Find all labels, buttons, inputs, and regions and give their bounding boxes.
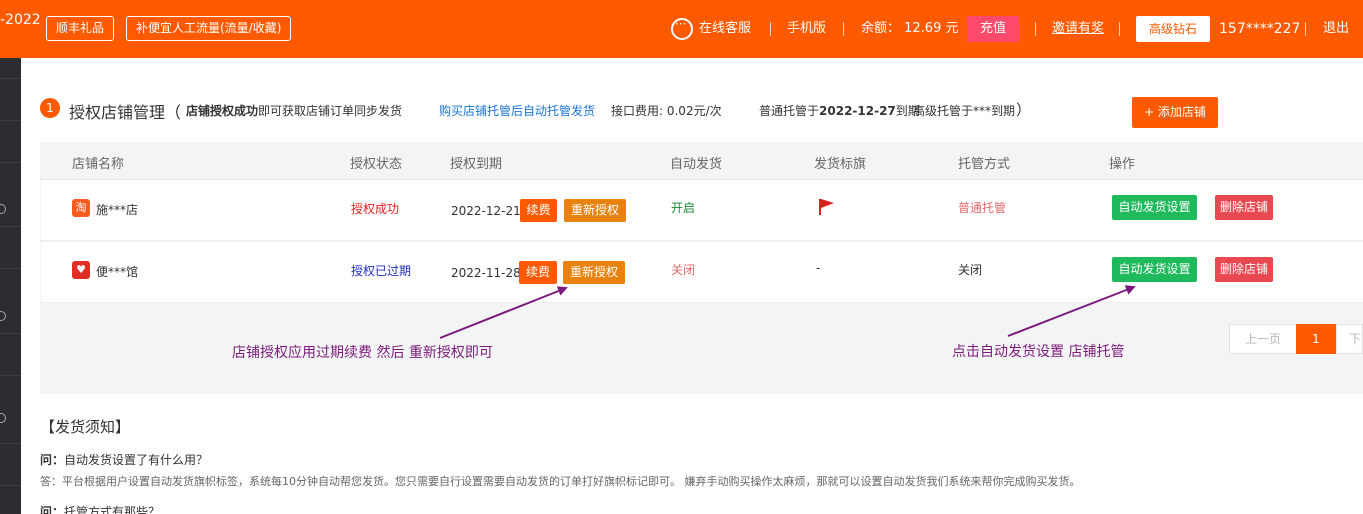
question-label: 问： <box>40 505 65 514</box>
top-bar: -2022 顺丰礼品 补便宜人工流量(流量/收藏) 在线客服 手机版 余额： 1… <box>0 0 1363 58</box>
auto-ship-status: 关闭 <box>671 263 696 277</box>
recharge-button[interactable]: 充值 <box>967 16 1019 42</box>
section-number-badge: 1 <box>40 98 60 118</box>
divider <box>1035 22 1036 36</box>
logout-link[interactable]: 退出 <box>1323 19 1349 39</box>
sidebar-divider <box>0 443 21 444</box>
sidebar <box>0 58 21 514</box>
reauth-button[interactable]: 重新授权 <box>563 261 625 284</box>
sidebar-divider <box>0 120 21 121</box>
add-shop-button[interactable]: + 添加店铺 <box>1132 97 1218 128</box>
sidebar-divider <box>0 268 21 269</box>
sidebar-item-icon[interactable] <box>0 204 6 214</box>
user-phone[interactable]: 157****227 <box>1219 19 1300 39</box>
auto-ship-settings-button[interactable]: 自动发货设置 <box>1112 195 1197 220</box>
chat-icon[interactable] <box>671 17 693 40</box>
section-title: 授权店铺管理（ <box>69 103 182 122</box>
sidebar-divider <box>0 78 21 79</box>
section-desc-rest: 即可获取店铺订单同步发货 <box>258 104 403 118</box>
page-1-button[interactable]: 1 <box>1296 324 1336 354</box>
hosting-type: 关闭 <box>958 263 983 277</box>
header-actions: 操作 <box>1109 157 1136 172</box>
hosting-type: 普通托管 <box>958 201 1007 215</box>
shop-name: 施***店 <box>96 203 139 217</box>
auto-ship-settings-button[interactable]: 自动发货设置 <box>1112 257 1197 282</box>
sidebar-divider <box>0 226 21 227</box>
buy-hosting-link[interactable]: 购买店铺托管后自动托管发货 <box>439 102 595 119</box>
expire-date: 2022-12-21 <box>451 204 521 218</box>
annotation-right: 点击自动发货设置 店铺托管 <box>952 344 1125 360</box>
delete-shop-button[interactable]: 删除店铺 <box>1215 195 1273 220</box>
taobao-icon: 淘 <box>72 199 90 217</box>
sidebar-item-icon[interactable] <box>0 311 6 321</box>
fee-text: 接口费用: 0.02元/次 <box>611 104 722 118</box>
header-hosting: 托管方式 <box>958 157 1011 172</box>
online-service-link[interactable]: 在线客服 <box>699 19 751 39</box>
advanced-hosting-expiry: 高级托管于***到期 <box>913 104 1016 118</box>
answer-1: 答：平台根据用户设置自动发货旗帜标签，系统每10分钟自动帮您发货。您只需要自行设… <box>40 475 1081 488</box>
mobile-link[interactable]: 手机版 <box>787 19 826 39</box>
header-auto-ship: 自动发货 <box>670 157 723 172</box>
expire-date: 2022-11-28 <box>451 266 521 280</box>
auth-status: 授权已过期 <box>351 264 412 278</box>
annotation-left: 店铺授权应用过期续费 然后 重新授权即可 <box>232 345 493 361</box>
question-text: 自动发货设置了有什么用？ <box>64 453 209 467</box>
section-desc-bold: 店铺授权成功 <box>186 104 259 118</box>
reauth-button[interactable]: 重新授权 <box>564 199 626 222</box>
divider <box>1119 22 1120 36</box>
header-auth-expiry: 授权到期 <box>450 157 503 172</box>
normal-prefix: 普通托管于 <box>759 104 820 118</box>
divider <box>1305 22 1306 36</box>
header-shop-name: 店铺名称 <box>72 157 125 172</box>
sidebar-divider <box>0 162 21 163</box>
auth-status: 授权成功 <box>351 202 400 216</box>
question-label: 问： <box>40 453 65 467</box>
traffic-button[interactable]: 补便宜人工流量(流量/收藏) <box>126 16 292 41</box>
divider <box>770 22 771 36</box>
sidebar-divider <box>0 485 21 486</box>
renew-button[interactable]: 续费 <box>519 261 557 284</box>
close-paren: ） <box>1016 101 1032 119</box>
pinduoduo-icon: ♥ <box>72 261 90 279</box>
balance-text: 余额： 12.69 元 <box>861 21 959 36</box>
question-text: 托管方式有那些？ <box>64 505 161 514</box>
auto-ship-status: 开启 <box>671 201 696 215</box>
vip-badge[interactable]: 高级钻石 <box>1136 16 1210 42</box>
delete-shop-button[interactable]: 删除店铺 <box>1215 257 1273 282</box>
gift-button[interactable]: 顺丰礼品 <box>46 16 115 41</box>
renew-button[interactable]: 续费 <box>520 199 557 222</box>
invite-link[interactable]: 邀请有奖 <box>1052 19 1104 39</box>
question-1: 问：自动发货设置了有什么用？ <box>40 451 208 468</box>
red-flag-icon <box>819 199 834 215</box>
shop-name: 便***馆 <box>96 265 139 279</box>
sidebar-item-icon[interactable] <box>0 413 6 423</box>
sidebar-divider <box>0 375 21 376</box>
brand-text: -2022 <box>0 12 41 28</box>
next-page-button[interactable]: 下 <box>1336 324 1363 354</box>
normal-hosting-expiry: 普通托管于2022-12-27到期 <box>759 102 920 119</box>
prev-page-button[interactable]: 上一页 <box>1229 324 1297 354</box>
header-ship-flag: 发货标旗 <box>814 157 867 172</box>
sidebar-divider <box>0 333 21 334</box>
notes-title: 【发货须知】 <box>40 418 131 436</box>
header-auth-status: 授权状态 <box>350 157 403 172</box>
ship-flag-empty: - <box>816 261 821 275</box>
section-desc: 店铺授权成功即可获取店铺订单同步发货 <box>186 102 402 119</box>
divider <box>843 22 844 36</box>
normal-date: 2022-12-27 <box>819 104 896 118</box>
question-2: 问：托管方式有那些？ <box>40 503 160 514</box>
